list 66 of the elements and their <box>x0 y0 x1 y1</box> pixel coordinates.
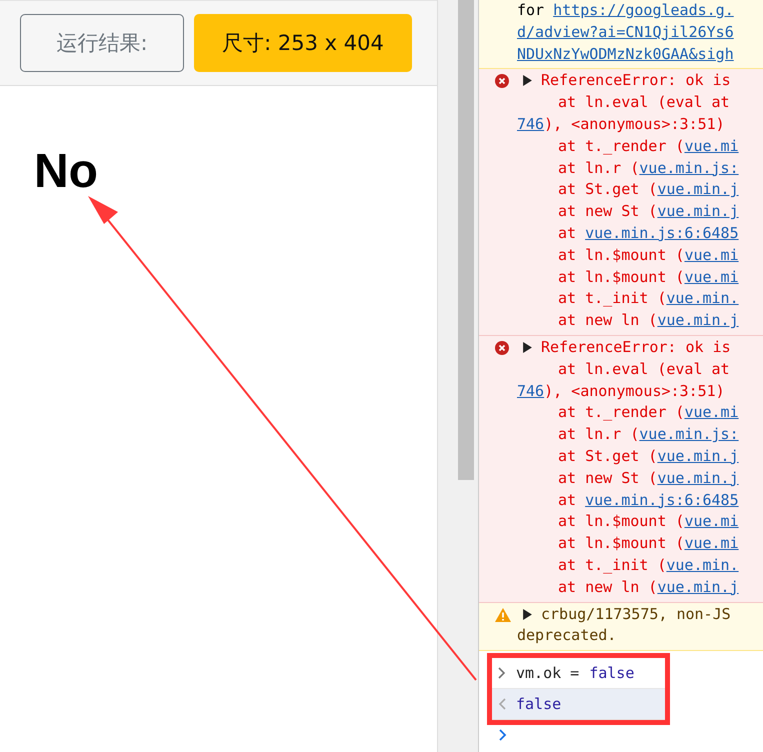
source-link[interactable]: vue.min.j <box>657 446 739 465</box>
expand-triangle-icon[interactable] <box>523 75 532 86</box>
source-link[interactable]: vue.min.j <box>657 180 739 198</box>
source-link[interactable]: vue.mi <box>684 512 739 530</box>
source-link[interactable]: vue.mi <box>684 534 739 552</box>
console-text: for <box>517 1 546 19</box>
result-label: 运行结果: <box>20 14 184 72</box>
error-icon <box>495 74 509 88</box>
console-text: deprecated. <box>517 626 616 644</box>
prompt-chevron-icon <box>498 667 506 680</box>
expand-triangle-icon[interactable] <box>523 342 532 353</box>
source-link[interactable]: d/adview?ai=CN1Qjil26Ys6 <box>517 22 734 41</box>
console-text: at ln.$mount ( <box>558 268 684 286</box>
source-link[interactable]: vue.mi <box>684 246 739 264</box>
console-text: at t._render ( <box>558 403 684 422</box>
console-text: at t._render ( <box>558 136 684 155</box>
size-badge: 尺寸: 253 x 404 <box>194 14 412 72</box>
console-text: at t._init ( <box>558 556 666 574</box>
console-input-code: vm.ok = <box>516 664 580 682</box>
source-link[interactable]: vue.min.j <box>657 578 739 596</box>
console-text: at ln.r ( <box>558 158 640 177</box>
console-text: at St.get ( <box>558 446 658 465</box>
console-text: ReferenceError: ok is <box>541 338 731 356</box>
source-link[interactable]: vue.min.js:6:6485 <box>585 224 739 242</box>
expand-triangle-icon[interactable] <box>523 608 532 620</box>
console-text: crbug/1173575, non-JS <box>541 604 731 623</box>
console-text: at ln.eval (eval at <box>558 360 730 378</box>
console-text: at <box>558 224 578 242</box>
source-link[interactable]: vue.min.j <box>657 202 739 220</box>
source-link[interactable]: vue.mi <box>684 403 739 422</box>
console-text: at St.get ( <box>558 180 658 198</box>
source-link[interactable]: vue.min.js: <box>639 425 739 444</box>
result-chevron-icon <box>498 698 506 710</box>
source-link[interactable]: vue.min. <box>666 556 739 574</box>
console-text: at ln.$mount ( <box>558 534 684 552</box>
console-text: at new St ( <box>558 468 658 487</box>
console-text: ), <anonymous>:3:51) <box>544 114 725 133</box>
console-text: at ln.$mount ( <box>558 246 684 264</box>
scrollbar-thumb[interactable] <box>458 0 474 480</box>
console-result: false <box>516 695 562 714</box>
console-text: at new ln ( <box>558 578 658 596</box>
console-text: at ln.$mount ( <box>558 512 684 530</box>
console-text: ), <anonymous>:3:51) <box>544 382 725 400</box>
source-link[interactable]: https://googleads.g. <box>553 1 734 19</box>
source-link[interactable]: vue.mi <box>684 268 739 286</box>
warning-icon <box>495 608 511 622</box>
console-text: ReferenceError: ok is <box>541 71 731 90</box>
source-link[interactable]: vue.min.j <box>657 311 739 330</box>
source-link[interactable]: 746 <box>517 114 544 133</box>
source-link[interactable]: 746 <box>517 382 544 400</box>
console-input-value: false <box>589 664 634 682</box>
console-text: at <box>558 490 578 509</box>
console-prompt-icon[interactable] <box>499 729 507 742</box>
source-link[interactable]: vue.min.js:6:6485 <box>585 490 739 509</box>
console-text: at new ln ( <box>558 311 658 330</box>
source-link[interactable]: vue.min.j <box>657 468 739 487</box>
source-link[interactable]: vue.mi <box>684 136 739 155</box>
source-link[interactable]: NDUxNzYwODMzNzk0GAA&sigh <box>517 44 734 63</box>
console-text: at ln.eval (eval at <box>558 93 730 112</box>
source-link[interactable]: vue.min.js: <box>639 158 739 177</box>
error-icon <box>495 340 509 355</box>
console-text: at t._init ( <box>558 289 666 308</box>
console-text: at new St ( <box>558 202 658 220</box>
source-link[interactable]: vue.min. <box>666 289 739 308</box>
console-text: at ln.r ( <box>558 425 640 444</box>
output-text: No <box>34 145 98 198</box>
